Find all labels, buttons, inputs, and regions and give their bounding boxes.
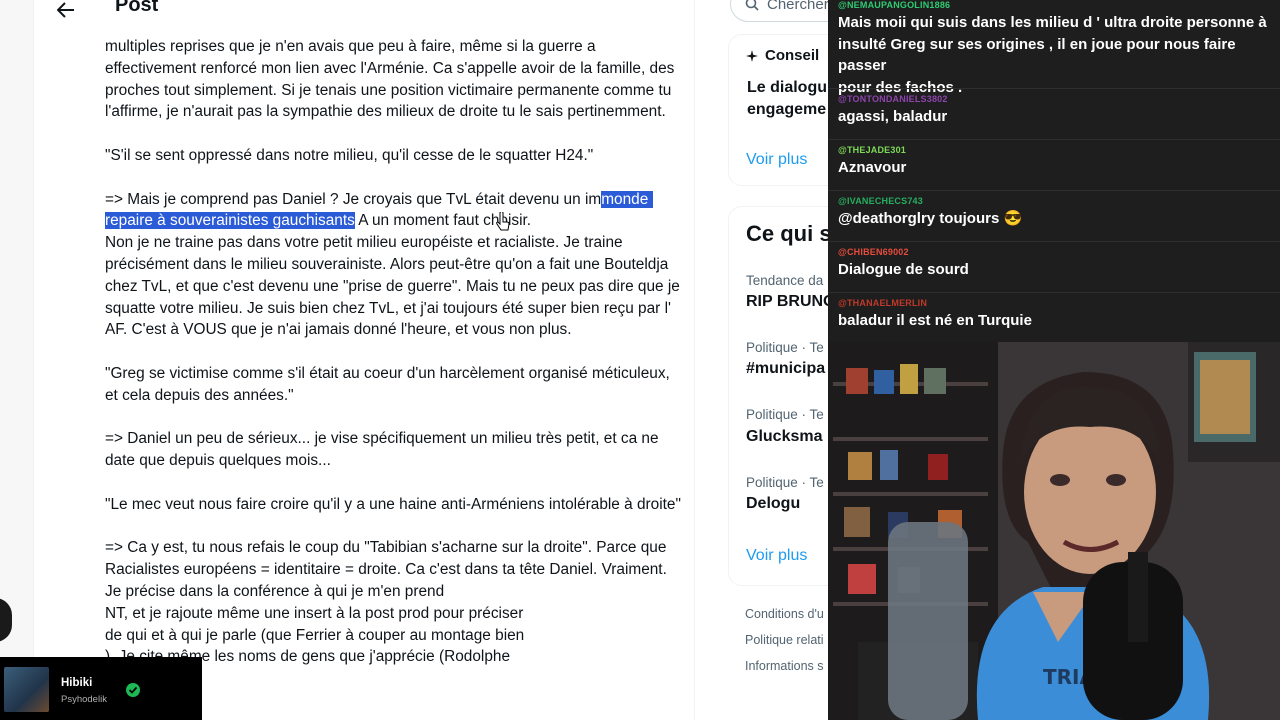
chat-message: @IVANECHECS743 @deathorglry toujours 😎 — [838, 196, 1278, 230]
chat-username: @IVANECHECS743 — [838, 196, 923, 206]
stream-chat: @NEMAUPANGOLIN1886 Mais moii qui suis da… — [828, 0, 1280, 342]
chat-message: @NEMAUPANGOLIN1886 Mais moii qui suis da… — [838, 0, 1278, 98]
card-title: Conseil — [765, 47, 820, 64]
check-icon — [126, 683, 140, 697]
chat-message: @CHIBEN69002 Dialogue de sourd — [838, 247, 1278, 281]
post-text: multiples reprises que je n'en avais que… — [105, 36, 685, 668]
chat-divider — [828, 241, 1280, 242]
card-subtitle-line: engageme — [747, 101, 827, 118]
page-title: Post — [115, 0, 159, 16]
trend-meta: Politique · Te — [746, 475, 824, 490]
show-more-link[interactable]: Voir plus — [746, 547, 807, 565]
chat-username: @THEJADE301 — [838, 145, 906, 155]
album-art — [4, 667, 49, 712]
chat-divider — [828, 190, 1280, 191]
chat-text: Mais moii qui suis dans les milieu d ' u… — [838, 12, 1278, 98]
chat-message: @THEJADE301 Aznavour — [838, 145, 1278, 179]
mouse-cursor-icon — [496, 212, 510, 231]
card-header: Conseil — [745, 47, 819, 64]
post-paragraph: => Mais je comprend pas Daniel ? Je croy… — [105, 189, 685, 342]
chat-message: @TONTONDANIELS3802 agassi, baladur — [838, 94, 1278, 128]
floating-button[interactable] — [0, 598, 12, 642]
post-paragraph: "Greg se victimise comme s'il était au c… — [105, 364, 675, 404]
post-text-span: de qui et à qui je parle (que Ferrier à … — [105, 626, 525, 644]
community-notes-card: Conseil Le dialogu engageme Voir plus — [728, 34, 828, 186]
trend-item[interactable]: Glucksma — [746, 428, 822, 446]
chat-username: @CHIBEN69002 — [838, 247, 909, 257]
chat-username: @NEMAUPANGOLIN1886 — [838, 0, 951, 10]
search-placeholder: Chercher — [767, 0, 828, 13]
chat-line: Mais moii qui suis dans les milieu d ' u… — [838, 14, 1267, 31]
post-text-span: Non je ne traine pas dans votre petit mi… — [105, 234, 685, 339]
trends-heading: Ce qui s — [746, 221, 828, 246]
card-subtitle: Le dialogu engageme — [747, 77, 828, 121]
trend-meta: Politique · Te — [746, 340, 824, 355]
trend-item[interactable]: #municipa — [746, 360, 825, 378]
trend-item[interactable]: Delogu — [746, 495, 800, 513]
webcam-feed: TRIALS — [828, 342, 1280, 720]
post-paragraph: => Daniel un peu de sérieux... je vise s… — [105, 430, 663, 470]
card-subtitle-line: Le dialogu — [747, 79, 827, 96]
webcam-image: TRIALS — [828, 342, 1280, 720]
chat-line: insulté Greg sur ses origines , il en jo… — [838, 35, 1236, 75]
chat-message: @THANAELMERLIN baladur il est né en Turq… — [838, 298, 1278, 332]
footer-link[interactable]: Informations s — [745, 659, 824, 673]
chat-divider — [828, 88, 1280, 89]
chat-text: @deathorglry toujours 😎 — [838, 210, 1023, 227]
post-column: Post multiples reprises que je n'en avai… — [33, 0, 695, 720]
trend-item[interactable]: RIP BRUNO — [746, 293, 828, 311]
chat-username: @THANAELMERLIN — [838, 298, 928, 308]
chat-text: baladur il est né en Turquie — [838, 312, 1032, 329]
post-text-span: => Ca y est, tu nous refais le coup du "… — [105, 539, 672, 600]
search-icon — [745, 0, 759, 11]
chat-text: Dialogue de sourd — [838, 261, 969, 278]
chat-text: agassi, baladur — [838, 108, 948, 125]
track-title: Hibiki — [61, 677, 93, 689]
arrow-left-icon — [57, 2, 74, 18]
chat-username: @TONTONDANIELS3802 — [838, 94, 948, 104]
chat-divider — [828, 292, 1280, 293]
post-paragraph: multiples reprises que je n'en avais que… — [105, 38, 679, 121]
trends-card: Ce qui s Tendance da RIP BRUNO Politique… — [728, 206, 828, 586]
trend-meta: Tendance da — [746, 273, 824, 288]
sparkle-icon — [746, 49, 758, 62]
back-button[interactable] — [54, 0, 78, 22]
show-more-link[interactable]: Voir plus — [746, 151, 807, 169]
post-paragraph: => Ca y est, tu nous refais le coup du "… — [105, 537, 685, 668]
now-playing-widget: Hibiki Psyhodelik — [0, 657, 202, 720]
right-sidebar: Chercher Conseil Le dialogu engageme Voi… — [695, 0, 828, 720]
chat-divider — [828, 139, 1280, 140]
post-paragraph: "Le mec veut nous faire croire qu'il y a… — [105, 495, 681, 513]
trend-meta: Politique · Te — [746, 407, 824, 422]
footer-link[interactable]: Conditions d'u — [745, 607, 824, 621]
post-text-span: NT, et je rajoute même une insert à la p… — [105, 604, 524, 622]
search-input[interactable]: Chercher — [730, 0, 828, 22]
footer-link[interactable]: Politique relati — [745, 633, 824, 647]
chat-text: Aznavour — [838, 159, 907, 176]
track-artist: Psyhodelik — [61, 694, 107, 705]
post-text-span: => Mais je comprend pas Daniel ? Je croy… — [105, 190, 602, 208]
post-paragraph: "S'il se sent oppressé dans notre milieu… — [105, 146, 594, 164]
